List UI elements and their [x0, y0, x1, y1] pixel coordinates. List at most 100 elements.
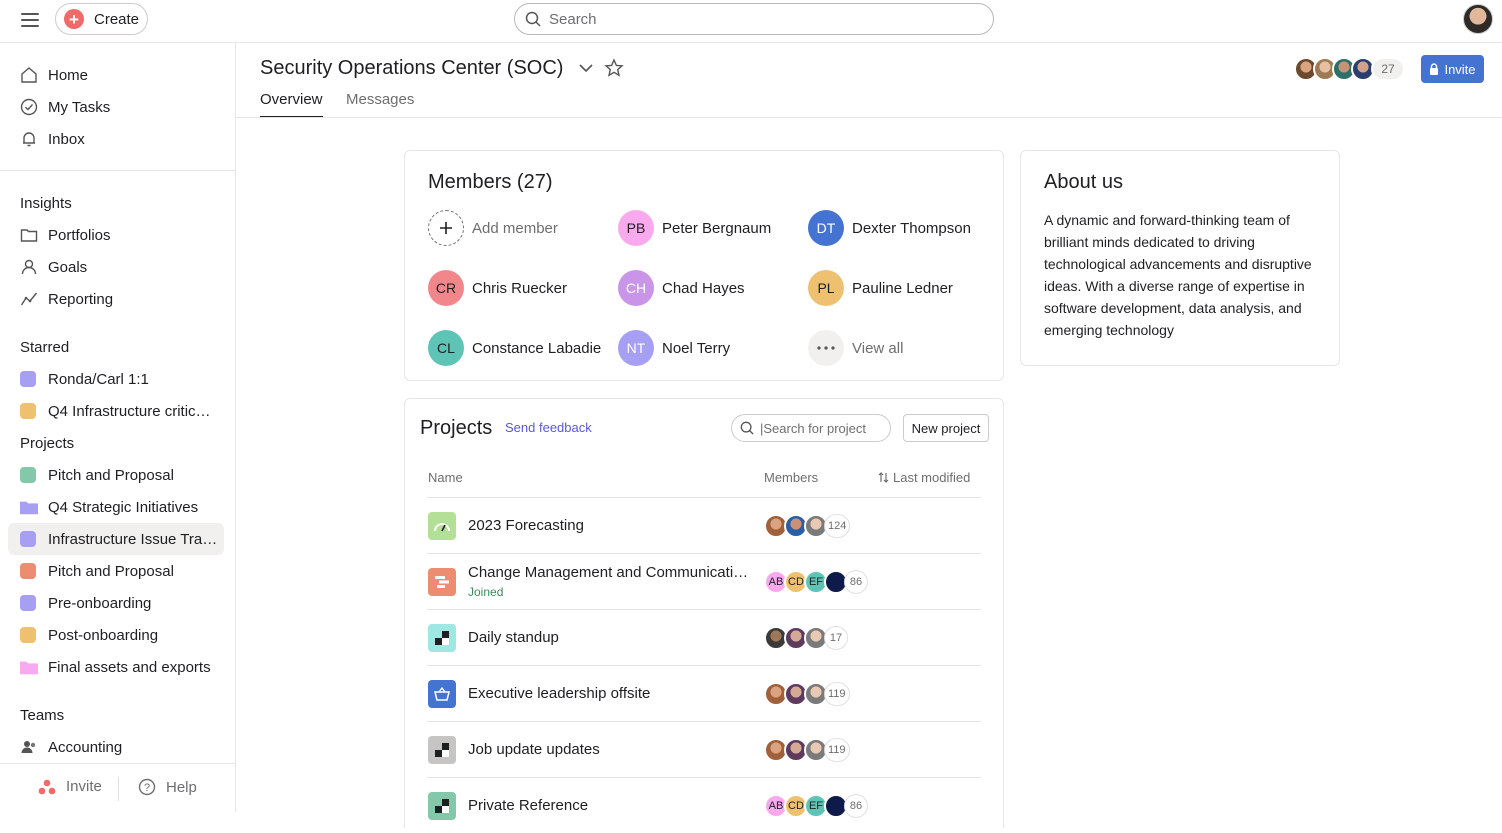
- sidebar-item-label: Goals: [48, 258, 88, 276]
- sidebar-item-my-tasks[interactable]: My Tasks: [8, 91, 224, 123]
- project-members[interactable]: 119: [764, 682, 850, 706]
- project-search-input[interactable]: [760, 420, 880, 436]
- member-item[interactable]: DT Dexter Thompson: [808, 210, 971, 246]
- avatar: NT: [618, 330, 654, 366]
- sidebar-starred-item[interactable]: Q4 Infrastructure critical issues: [8, 395, 224, 427]
- person-goal-icon: [20, 258, 38, 276]
- member-count-badge: 17: [824, 626, 848, 650]
- member-count-badge: 86: [844, 570, 868, 594]
- sidebar-project-item[interactable]: Final assets and exports: [8, 651, 224, 683]
- project-members[interactable]: 119: [764, 738, 850, 762]
- sidebar-item-goals[interactable]: Goals: [8, 251, 224, 283]
- sidebar-project-item[interactable]: Pre-onboarding: [8, 587, 224, 619]
- projects-title: Projects: [420, 417, 493, 439]
- sidebar-project-item[interactable]: Infrastructure Issue Tracking: [8, 523, 224, 555]
- sidebar-item-label: Final assets and exports: [48, 658, 211, 676]
- sidebar-item-label: Inbox: [48, 130, 85, 148]
- menu-icon[interactable]: [20, 10, 40, 30]
- user-avatar[interactable]: [1463, 4, 1493, 34]
- sidebar-team-item[interactable]: Accounting: [8, 731, 224, 763]
- avatar: CR: [428, 270, 464, 306]
- team-member-facepile[interactable]: 27: [1294, 57, 1405, 81]
- projects-heading[interactable]: Projects: [20, 435, 74, 452]
- member-item[interactable]: NT Noel Terry: [618, 330, 730, 366]
- project-name[interactable]: Change Management and Communications: [468, 564, 750, 581]
- add-member-button[interactable]: Add member: [428, 210, 558, 246]
- invite-teammates-button[interactable]: Invite: [38, 778, 102, 795]
- view-all-members-button[interactable]: View all: [808, 330, 903, 366]
- plus-icon: [428, 210, 464, 246]
- table-row[interactable]: Daily standup 17: [427, 609, 981, 665]
- table-row[interactable]: Change Management and Communications Joi…: [427, 553, 981, 609]
- send-feedback-link[interactable]: Send feedback: [505, 420, 592, 435]
- project-name[interactable]: Daily standup: [468, 629, 750, 646]
- sidebar-item-home[interactable]: Home: [8, 59, 224, 91]
- table-row[interactable]: 2023 Forecasting 124: [427, 497, 981, 553]
- about-title: About us: [1044, 171, 1123, 193]
- sidebar-project-item[interactable]: Pitch and Proposal: [8, 459, 224, 491]
- table-row[interactable]: Private Reference AB CD EF 86: [427, 777, 981, 833]
- sidebar-item-label: Post-onboarding: [48, 626, 159, 644]
- sidebar-item-label: Portfolios: [48, 226, 111, 244]
- sidebar: Home My Tasks Inbox Insights Portfolios …: [0, 43, 236, 812]
- project-search[interactable]: [731, 414, 891, 442]
- sidebar-item-portfolios[interactable]: Portfolios: [8, 219, 224, 251]
- column-header-members[interactable]: Members: [764, 470, 818, 485]
- member-item[interactable]: CL Constance Labadie: [428, 330, 601, 366]
- project-name[interactable]: Executive leadership offsite: [468, 685, 750, 702]
- create-button[interactable]: + Create: [55, 3, 148, 35]
- sidebar-project-item[interactable]: Pitch and Proposal: [8, 555, 224, 587]
- members-title: Members (27): [428, 171, 553, 193]
- project-members[interactable]: 124: [764, 514, 851, 538]
- project-members[interactable]: AB CD EF 86: [764, 794, 868, 818]
- member-item[interactable]: CH Chad Hayes: [618, 270, 745, 306]
- project-name[interactable]: Private Reference: [468, 797, 750, 814]
- member-name: Chris Ruecker: [472, 279, 568, 297]
- table-row[interactable]: Job update updates 119: [427, 721, 981, 777]
- member-item[interactable]: PL Pauline Ledner: [808, 270, 953, 306]
- star-icon[interactable]: [604, 58, 624, 78]
- member-name: Noel Terry: [662, 339, 731, 357]
- member-count-badge: 27: [1371, 57, 1405, 81]
- avatar: PB: [618, 210, 654, 246]
- avatar: PL: [808, 270, 844, 306]
- sidebar-item-label: Pre-onboarding: [48, 594, 152, 612]
- sidebar-item-label: Accounting: [48, 738, 123, 756]
- column-header-last-modified[interactable]: Last modified: [878, 470, 970, 485]
- about-description[interactable]: A dynamic and forward-thinking team of b…: [1044, 209, 1319, 341]
- sidebar-item-reporting[interactable]: Reporting: [8, 283, 224, 315]
- sidebar-starred-item[interactable]: Ronda/Carl 1:1: [8, 363, 224, 395]
- search-input[interactable]: [549, 10, 949, 28]
- divider: [118, 777, 119, 801]
- help-icon: ?: [138, 778, 156, 796]
- project-name[interactable]: Job update updates: [468, 741, 750, 758]
- timeline-icon: [428, 568, 456, 596]
- sidebar-project-item[interactable]: Q4 Strategic Initiatives: [8, 491, 224, 523]
- project-members[interactable]: AB CD EF 86: [764, 570, 868, 594]
- divider: [236, 117, 1502, 118]
- sort-icon: [878, 472, 889, 483]
- new-project-button[interactable]: New project: [903, 414, 989, 442]
- page-title: Security Operations Center (SOC): [260, 57, 564, 79]
- member-item[interactable]: CR Chris Ruecker: [428, 270, 567, 306]
- portfolio-folder-icon: [20, 498, 38, 516]
- invite-button[interactable]: Invite: [1421, 55, 1484, 83]
- help-button[interactable]: ? Help: [138, 778, 197, 796]
- sidebar-item-inbox[interactable]: Inbox: [8, 123, 224, 155]
- member-count-badge: 119: [824, 682, 850, 706]
- tab-overview[interactable]: Overview: [260, 91, 323, 118]
- member-item[interactable]: PB Peter Bergnaum: [618, 210, 771, 246]
- project-members[interactable]: 17: [764, 626, 848, 650]
- search-icon: [740, 421, 754, 435]
- column-header-name[interactable]: Name: [428, 470, 463, 485]
- insights-heading[interactable]: Insights: [20, 195, 72, 212]
- chevron-down-icon[interactable]: [576, 58, 596, 78]
- tab-messages[interactable]: Messages: [346, 91, 414, 118]
- project-color-icon: [20, 563, 36, 579]
- teams-heading[interactable]: Teams: [20, 707, 64, 724]
- sidebar-project-item[interactable]: Post-onboarding: [8, 619, 224, 651]
- starred-heading[interactable]: Starred: [20, 339, 69, 356]
- table-row[interactable]: Executive leadership offsite 119: [427, 665, 981, 721]
- search-bar[interactable]: [514, 3, 994, 35]
- project-name[interactable]: 2023 Forecasting: [468, 517, 750, 534]
